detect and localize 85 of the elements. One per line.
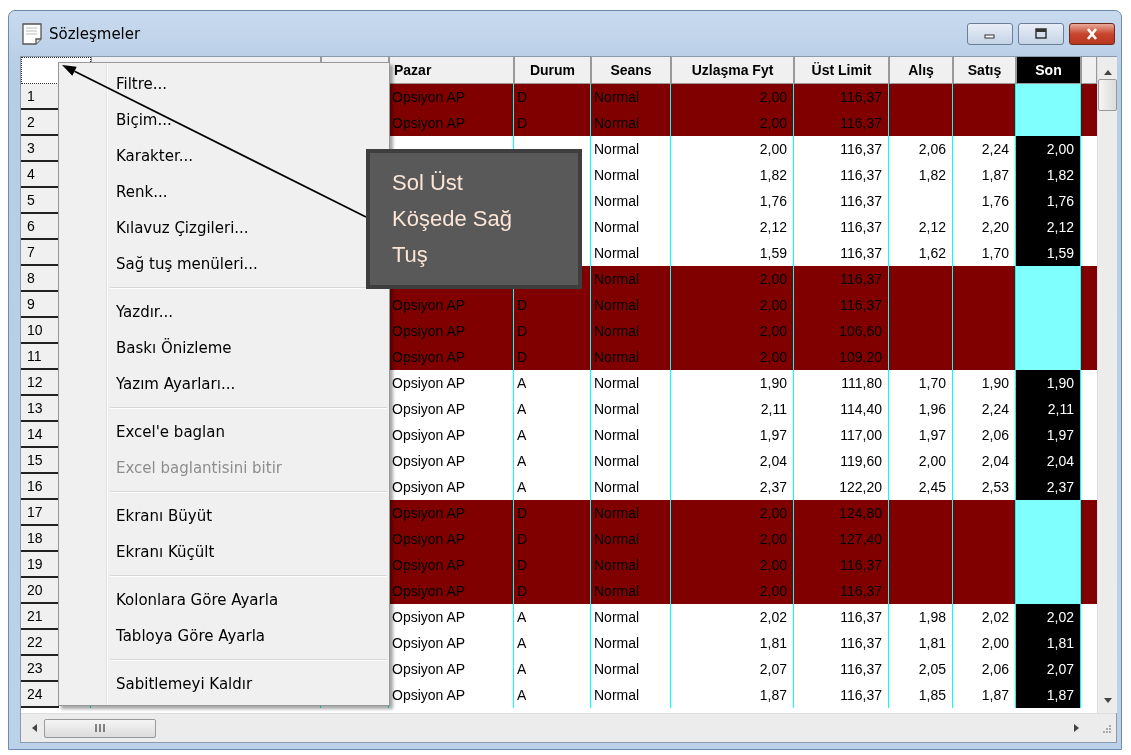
close-icon [1084, 28, 1100, 40]
menu-item[interactable]: Karakter... [61, 138, 361, 174]
table-cell: 116,37 [794, 682, 889, 708]
menu-item[interactable]: Renk... [61, 174, 361, 210]
menu-item[interactable]: Biçim... [61, 102, 361, 138]
table-cell: 1,82 [1016, 162, 1081, 188]
row-number: 7 [21, 240, 59, 266]
row-number: 8 [21, 266, 59, 292]
row-number: 15 [21, 448, 59, 474]
scrollbar-thumb[interactable] [1098, 79, 1117, 111]
menu-item[interactable]: Yazdır... [61, 294, 361, 330]
table-cell [1016, 84, 1081, 110]
scrollbar-thumb[interactable] [44, 718, 156, 738]
maximize-button[interactable] [1018, 23, 1064, 45]
table-cell: 1,81 [1016, 630, 1081, 656]
table-cell: 1,97 [1016, 422, 1081, 448]
column-header[interactable]: Son [1016, 57, 1081, 84]
row-number: 14 [21, 422, 59, 448]
menu-item[interactable]: Kolonlara Göre Ayarla [61, 582, 361, 618]
table-cell: 2,11 [1016, 396, 1081, 422]
menu-item[interactable]: Ekranı Küçült [61, 534, 361, 570]
column-header[interactable]: Satış [953, 57, 1016, 84]
table-cell: 2,12 [1016, 214, 1081, 240]
column-header[interactable]: Pazar [389, 57, 514, 84]
row-number: 5 [21, 188, 59, 214]
menu-item[interactable]: Sağ tuş menüleri... [61, 246, 361, 282]
menu-item[interactable]: Kılavuz Çizgileri... [61, 210, 361, 246]
table-cell: 2,04 [1016, 448, 1081, 474]
menu-item[interactable]: Baskı Önizleme [61, 330, 361, 366]
close-button[interactable] [1069, 23, 1115, 45]
table-cell: 2,00 [1016, 136, 1081, 162]
row-number: 3 [21, 136, 59, 162]
row-number: 6 [21, 214, 59, 240]
row-number: 13 [21, 396, 59, 422]
row-number: 21 [21, 604, 59, 630]
row-number: 11 [21, 344, 59, 370]
row-number: 10 [21, 318, 59, 344]
column-header[interactable]: Seans [591, 57, 671, 84]
table-cell: 1,59 [1016, 240, 1081, 266]
maximize-icon [1033, 28, 1049, 40]
column-header[interactable]: Durum [514, 57, 591, 84]
row-number: 16 [21, 474, 59, 500]
table-cell: 1,87 [1016, 682, 1081, 708]
menu-item[interactable]: Sabitlemeyi Kaldır [61, 666, 361, 702]
menu-item[interactable]: Filtre... [61, 66, 361, 102]
row-number: 19 [21, 552, 59, 578]
column-header[interactable]: Uzlaşma Fyt [671, 57, 794, 84]
table-cell: 1,85 [889, 682, 953, 708]
menu-item[interactable]: Yazım Ayarları... [61, 366, 361, 402]
table-cell: Normal [591, 682, 671, 708]
table-cell [1016, 110, 1081, 136]
resize-grip-icon [1100, 722, 1112, 734]
menu-item[interactable]: Tabloya Göre Ayarla [61, 618, 361, 654]
row-number: 22 [21, 630, 59, 656]
grip-icon [94, 723, 106, 733]
menu-item[interactable]: Ekranı Büyüt [61, 498, 361, 534]
table-cell [1016, 344, 1081, 370]
menu-item[interactable]: Excel'e baglan [61, 414, 361, 450]
minimize-button[interactable] [967, 23, 1013, 45]
row-number: 18 [21, 526, 59, 552]
row-number: 2 [21, 110, 59, 136]
table-cell [1016, 266, 1081, 292]
table-cell: 2,07 [1016, 656, 1081, 682]
row-number: 24 [21, 682, 59, 708]
row-number: 9 [21, 292, 59, 318]
row-number: 4 [21, 162, 59, 188]
table-cell: 1,87 [671, 682, 794, 708]
row-number: 12 [21, 370, 59, 396]
column-header[interactable]: Alış [889, 57, 953, 84]
table-cell: 2,02 [1016, 604, 1081, 630]
window-title: Sözleşmeler [49, 24, 141, 43]
document-icon [21, 21, 43, 46]
table-cell: A [514, 682, 591, 708]
column-header[interactable]: Üst Limit [794, 57, 889, 84]
row-number: 20 [21, 578, 59, 604]
row-number: 1 [21, 84, 59, 110]
scroll-down-icon[interactable] [1101, 695, 1114, 705]
row-number: 17 [21, 500, 59, 526]
table-cell [1016, 500, 1081, 526]
table-cell: 1,76 [1016, 188, 1081, 214]
callout-note: Sol Üst Köşede Sağ Tuş [366, 149, 582, 289]
table-cell: 2,37 [1016, 474, 1081, 500]
table-cell [1016, 578, 1081, 604]
table-cell: 1,90 [1016, 370, 1081, 396]
row-number: 23 [21, 656, 59, 682]
